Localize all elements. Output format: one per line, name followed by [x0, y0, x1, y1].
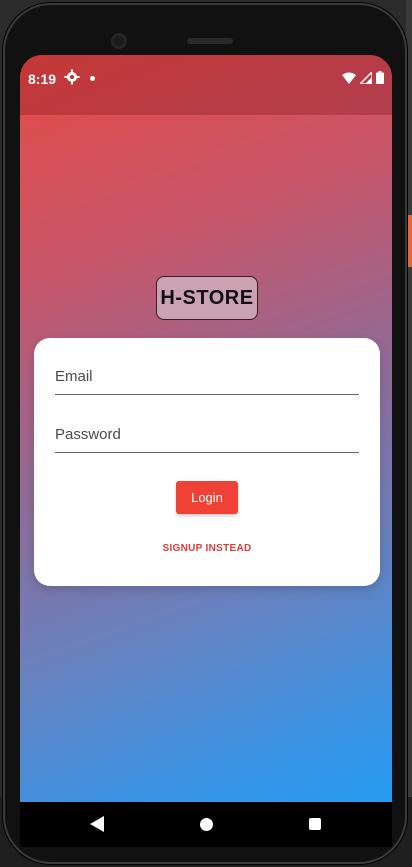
- battery-icon: [376, 71, 384, 84]
- status-icons: [342, 71, 384, 84]
- password-field[interactable]: Password: [55, 418, 359, 453]
- status-bar: 8:19: [20, 55, 392, 115]
- app-screen: 8:19 H-STORE Email Password Login SIGNUP…: [20, 55, 392, 847]
- gear-icon: [64, 69, 80, 85]
- password-placeholder: Password: [55, 426, 121, 443]
- app-logo: H-STORE: [156, 276, 258, 320]
- navigation-bar: [20, 802, 392, 847]
- recents-icon[interactable]: [309, 818, 321, 830]
- speaker-grille: [187, 38, 233, 44]
- login-card: Email Password Login SIGNUP INSTEAD: [34, 338, 380, 586]
- login-button[interactable]: Login: [176, 481, 238, 514]
- status-time: 8:19: [28, 71, 57, 87]
- email-placeholder: Email: [55, 368, 93, 385]
- back-icon[interactable]: [90, 816, 104, 832]
- camera-icon: [111, 33, 127, 49]
- signup-link[interactable]: SIGNUP INSTEAD: [34, 543, 380, 554]
- home-icon[interactable]: [200, 818, 213, 831]
- email-field[interactable]: Email: [55, 360, 359, 395]
- notification-dot-icon: [90, 76, 95, 81]
- signal-icon: [360, 71, 372, 84]
- desktop-accent: [408, 215, 412, 267]
- wifi-icon: [342, 72, 356, 84]
